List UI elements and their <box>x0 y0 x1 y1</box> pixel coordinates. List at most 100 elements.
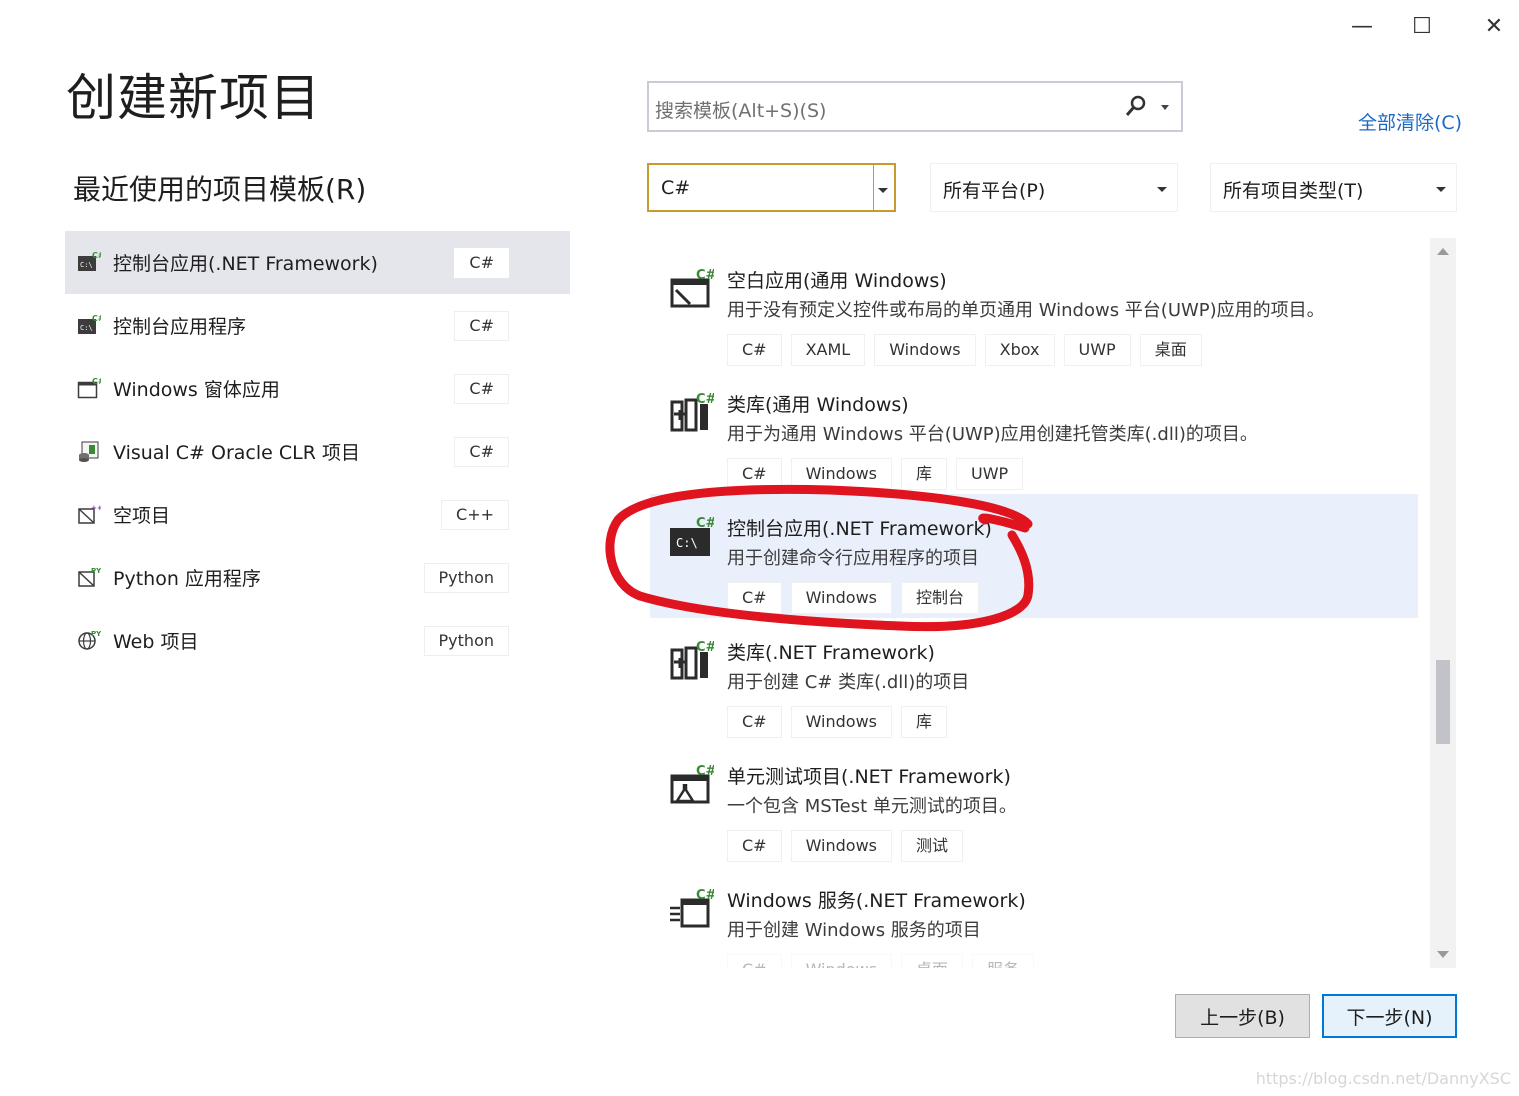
svg-text:C:\: C:\ <box>80 324 93 332</box>
template-item-class-library-uwp[interactable]: C# 类库(通用 Windows) 用于为通用 Windows 平台(UWP)应… <box>650 370 1418 494</box>
recent-item-empty-project[interactable]: ++ 空项目 C++ <box>65 483 570 546</box>
template-item-unit-test-netfx[interactable]: C# 单元测试项目(.NET Framework) 一个包含 MSTest 单元… <box>650 742 1418 866</box>
class-library-icon: C# <box>670 392 714 432</box>
close-icon: ✕ <box>1484 13 1504 39</box>
template-tag: Windows <box>874 334 976 366</box>
template-item-windows-service-netfx[interactable]: C# Windows 服务(.NET Framework) 用于创建 Windo… <box>650 866 1418 968</box>
template-tag: C# <box>727 706 782 738</box>
svg-text:C#: C# <box>696 392 714 407</box>
language-badge: C++ <box>441 499 509 530</box>
language-filter-value: C# <box>661 177 691 199</box>
console-app-icon: C:\C# <box>78 314 101 334</box>
svg-text:C#: C# <box>696 268 714 283</box>
template-tag: C# <box>727 954 782 968</box>
template-tags: C# Windows 测试 <box>727 830 964 862</box>
template-tag: 服务 <box>972 954 1035 968</box>
recent-item-label: Windows 窗体应用 <box>113 379 280 401</box>
scroll-down-arrow-icon[interactable] <box>1437 951 1449 958</box>
template-name: Windows 服务(.NET Framework) <box>727 890 1026 912</box>
web-project-icon: PY <box>78 630 101 650</box>
recent-item-windows-forms[interactable]: C# Windows 窗体应用 C# <box>65 357 570 420</box>
language-badge: C# <box>454 247 509 278</box>
template-tag: XAML <box>790 334 866 366</box>
recent-item-label: Python 应用程序 <box>113 568 261 590</box>
recent-item-label: Visual C# Oracle CLR 项目 <box>113 442 360 464</box>
svg-text:C#: C# <box>696 888 714 903</box>
template-tag: C# <box>727 830 782 862</box>
template-description: 用于创建 C# 类库(.dll)的项目 <box>727 672 970 693</box>
svg-text:C#: C# <box>696 516 714 531</box>
clear-all-link[interactable]: 全部清除(C) <box>1358 108 1462 135</box>
template-tag: C# <box>727 582 782 614</box>
template-tags: C# Windows 库 <box>727 706 948 738</box>
project-type-filter-dropdown[interactable]: 所有项目类型(T) <box>1210 163 1457 212</box>
language-badge: C# <box>454 373 509 404</box>
platform-filter-dropdown[interactable]: 所有平台(P) <box>930 163 1178 212</box>
template-tag: UWP <box>956 458 1024 490</box>
recent-templates-heading: 最近使用的项目模板(R) <box>73 173 367 206</box>
back-button[interactable]: 上一步(B) <box>1175 994 1310 1038</box>
language-badge: C# <box>454 436 509 467</box>
next-button[interactable]: 下一步(N) <box>1322 994 1457 1038</box>
scroll-up-arrow-icon[interactable] <box>1437 248 1449 255</box>
template-tag: Windows <box>790 582 892 614</box>
template-tag: C# <box>727 458 782 490</box>
recent-item-console-app-netfx[interactable]: C:\C# 控制台应用(.NET Framework) C# <box>65 231 570 294</box>
template-item-class-library-netfx[interactable]: C# 类库(.NET Framework) 用于创建 C# 类库(.dll)的项… <box>650 618 1418 742</box>
language-badge: Python <box>423 625 509 656</box>
language-filter-dropdown[interactable]: C# <box>647 163 896 212</box>
class-library-icon: C# <box>670 640 714 680</box>
template-tag: Windows <box>790 458 892 490</box>
recent-item-python-app[interactable]: PY Python 应用程序 Python <box>65 546 570 609</box>
template-tag: Windows <box>790 830 892 862</box>
template-tags: C# Windows 库 UWP <box>727 458 1024 490</box>
template-tag: Windows <box>790 954 892 968</box>
close-button[interactable]: ✕ <box>1458 0 1519 52</box>
recent-item-label: 控制台应用程序 <box>113 316 247 338</box>
template-name: 控制台应用(.NET Framework) <box>727 518 992 540</box>
search-options-chevron-icon[interactable] <box>1161 105 1169 110</box>
svg-text:C#: C# <box>696 764 714 779</box>
template-tags: C# Windows 控制台 <box>727 582 980 614</box>
template-tags: C# Windows 桌面 服务 <box>727 954 1035 968</box>
watermark: https://blog.csdn.net/DannyXSC <box>1255 1069 1511 1088</box>
scrollbar-thumb[interactable] <box>1436 660 1450 744</box>
template-name: 单元测试项目(.NET Framework) <box>727 766 1011 788</box>
svg-text:C:\: C:\ <box>676 536 698 550</box>
unit-test-icon: C# <box>670 764 714 804</box>
template-tag: UWP <box>1063 334 1131 366</box>
recent-item-label: 空项目 <box>113 505 171 527</box>
search-icon[interactable] <box>1125 95 1147 119</box>
template-item-console-app-netfx[interactable]: C:\ C# 控制台应用(.NET Framework) 用于创建命令行应用程序的… <box>650 494 1418 618</box>
svg-text:C#: C# <box>92 314 101 323</box>
language-badge: C# <box>454 310 509 341</box>
recent-item-web-project[interactable]: PY Web 项目 Python <box>65 609 570 672</box>
maximize-icon: ☐ <box>1412 13 1432 39</box>
template-tag: 测试 <box>901 830 964 862</box>
recent-item-oracle-clr[interactable]: Visual C# Oracle CLR 项目 C# <box>65 420 570 483</box>
template-tag: C# <box>727 334 782 366</box>
template-tag: Windows <box>790 706 892 738</box>
recent-item-label: Web 项目 <box>113 631 199 653</box>
template-tag: Xbox <box>984 334 1055 366</box>
console-app-icon: C:\C# <box>78 251 101 271</box>
svg-text:C#: C# <box>92 251 101 260</box>
template-description: 用于没有预定义控件或布局的单页通用 Windows 平台(UWP)应用的项目。 <box>727 300 1325 321</box>
language-badge: Python <box>423 562 509 593</box>
console-app-icon: C:\ C# <box>670 516 714 556</box>
template-name: 空白应用(通用 Windows) <box>727 270 947 292</box>
empty-project-icon: ++ <box>78 504 101 524</box>
oracle-clr-icon <box>79 441 99 462</box>
minimize-icon: — <box>1351 13 1373 39</box>
recent-item-console-app[interactable]: C:\C# 控制台应用程序 C# <box>65 294 570 357</box>
project-type-filter-value: 所有项目类型(T) <box>1223 180 1364 202</box>
template-search-input[interactable]: 搜索模板(Alt+S)(S) <box>647 81 1183 132</box>
template-list-scrollbar[interactable] <box>1430 238 1456 968</box>
template-description: 用于创建 Windows 服务的项目 <box>727 920 981 941</box>
template-name: 类库(通用 Windows) <box>727 394 909 416</box>
template-item-blank-app-uwp[interactable]: C# 空白应用(通用 Windows) 用于没有预定义控件或布局的单页通用 Wi… <box>650 246 1418 370</box>
platform-filter-value: 所有平台(P) <box>943 180 1046 202</box>
blank-app-icon: C# <box>670 268 714 308</box>
svg-text:++: ++ <box>91 504 101 512</box>
maximize-button[interactable]: ☐ <box>1386 0 1458 52</box>
